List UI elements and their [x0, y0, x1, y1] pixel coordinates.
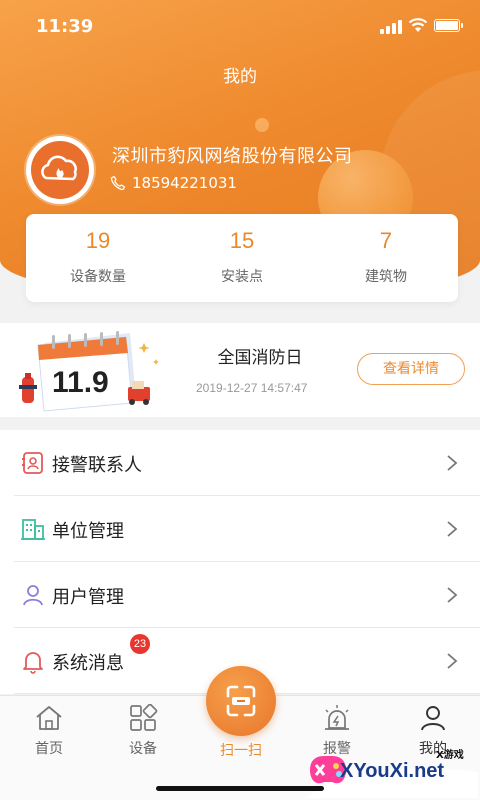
- stat-install-points[interactable]: 15 安装点: [170, 214, 314, 302]
- company-name: 深圳市豹风网络股份有限公司: [112, 146, 353, 167]
- stat-value: 7: [379, 228, 393, 253]
- battery-icon: [434, 19, 463, 32]
- bell-icon: [23, 652, 43, 674]
- tab-devices[interactable]: 设备: [108, 704, 178, 758]
- calendar-illustration-icon: 11.9: [19, 331, 158, 412]
- menu-item-label: 用户管理: [52, 587, 124, 608]
- home-icon: [36, 706, 62, 730]
- event-banner: 11.9 全国消防日 2019-12-27 14:57:47 查看详情: [0, 323, 480, 417]
- chevron-right-icon: [447, 587, 458, 603]
- stat-value: 15: [229, 228, 255, 253]
- phone-row: 18594221031: [110, 174, 237, 192]
- phone-number: 18594221031: [132, 174, 237, 192]
- menu-item-unit-management[interactable]: 单位管理: [14, 496, 480, 562]
- menu-item-label: 系统消息: [52, 653, 124, 674]
- tab-home[interactable]: 首页: [14, 704, 84, 758]
- menu-list: 接警联系人 单位管理 用户管理 系统消息: [0, 430, 480, 694]
- menu-item-label: 单位管理: [52, 521, 124, 542]
- decorative-bubble: [255, 118, 269, 132]
- unread-badge: 23: [130, 634, 150, 654]
- chevron-right-icon: [447, 521, 458, 537]
- view-details-button[interactable]: 查看详情: [357, 353, 465, 385]
- stat-label: 建筑物: [365, 269, 407, 285]
- stats-card: 19 设备数量 15 安装点 7 建筑物: [26, 214, 458, 302]
- profile-icon: [421, 706, 445, 731]
- calendar-date-text: 11.9: [52, 366, 109, 399]
- siren-icon: [325, 705, 349, 730]
- watermark-text: XYouXi.net: [340, 760, 445, 782]
- building-icon: [21, 519, 45, 540]
- tab-label: 设备: [129, 741, 157, 757]
- status-bar: 11:39: [0, 0, 480, 52]
- signal-icon: [380, 20, 404, 34]
- cloud-flame-logo-icon: [31, 141, 89, 199]
- scan-icon: [226, 685, 256, 717]
- contact-card-icon: [22, 452, 43, 474]
- stat-value: 19: [85, 228, 111, 253]
- grid-icon: [130, 704, 158, 731]
- stat-buildings[interactable]: 7 建筑物: [314, 214, 458, 302]
- scan-button[interactable]: [206, 666, 276, 736]
- wifi-icon: [408, 18, 428, 32]
- menu-item-alarm-contacts[interactable]: 接警联系人: [14, 430, 480, 496]
- scan-label: 扫一扫: [220, 743, 262, 759]
- home-indicator: [156, 786, 324, 791]
- stat-devices[interactable]: 19 设备数量: [26, 214, 170, 302]
- menu-item-user-management[interactable]: 用户管理: [14, 562, 480, 628]
- event-time: 2019-12-27 14:57:47: [196, 381, 308, 395]
- chevron-right-icon: [447, 653, 458, 669]
- stat-label: 安装点: [221, 269, 263, 285]
- status-time: 11:39: [36, 16, 94, 37]
- phone-icon: [110, 175, 126, 191]
- stat-label: 设备数量: [70, 269, 126, 285]
- page-title: 我的: [223, 67, 257, 87]
- tab-label: 首页: [35, 741, 63, 757]
- user-icon: [23, 585, 43, 606]
- watermark-tag: X游戏: [436, 750, 464, 761]
- menu-item-label: 接警联系人: [52, 455, 142, 476]
- chevron-right-icon: [447, 455, 458, 471]
- avatar[interactable]: [26, 136, 94, 204]
- event-title: 全国消防日: [217, 348, 303, 368]
